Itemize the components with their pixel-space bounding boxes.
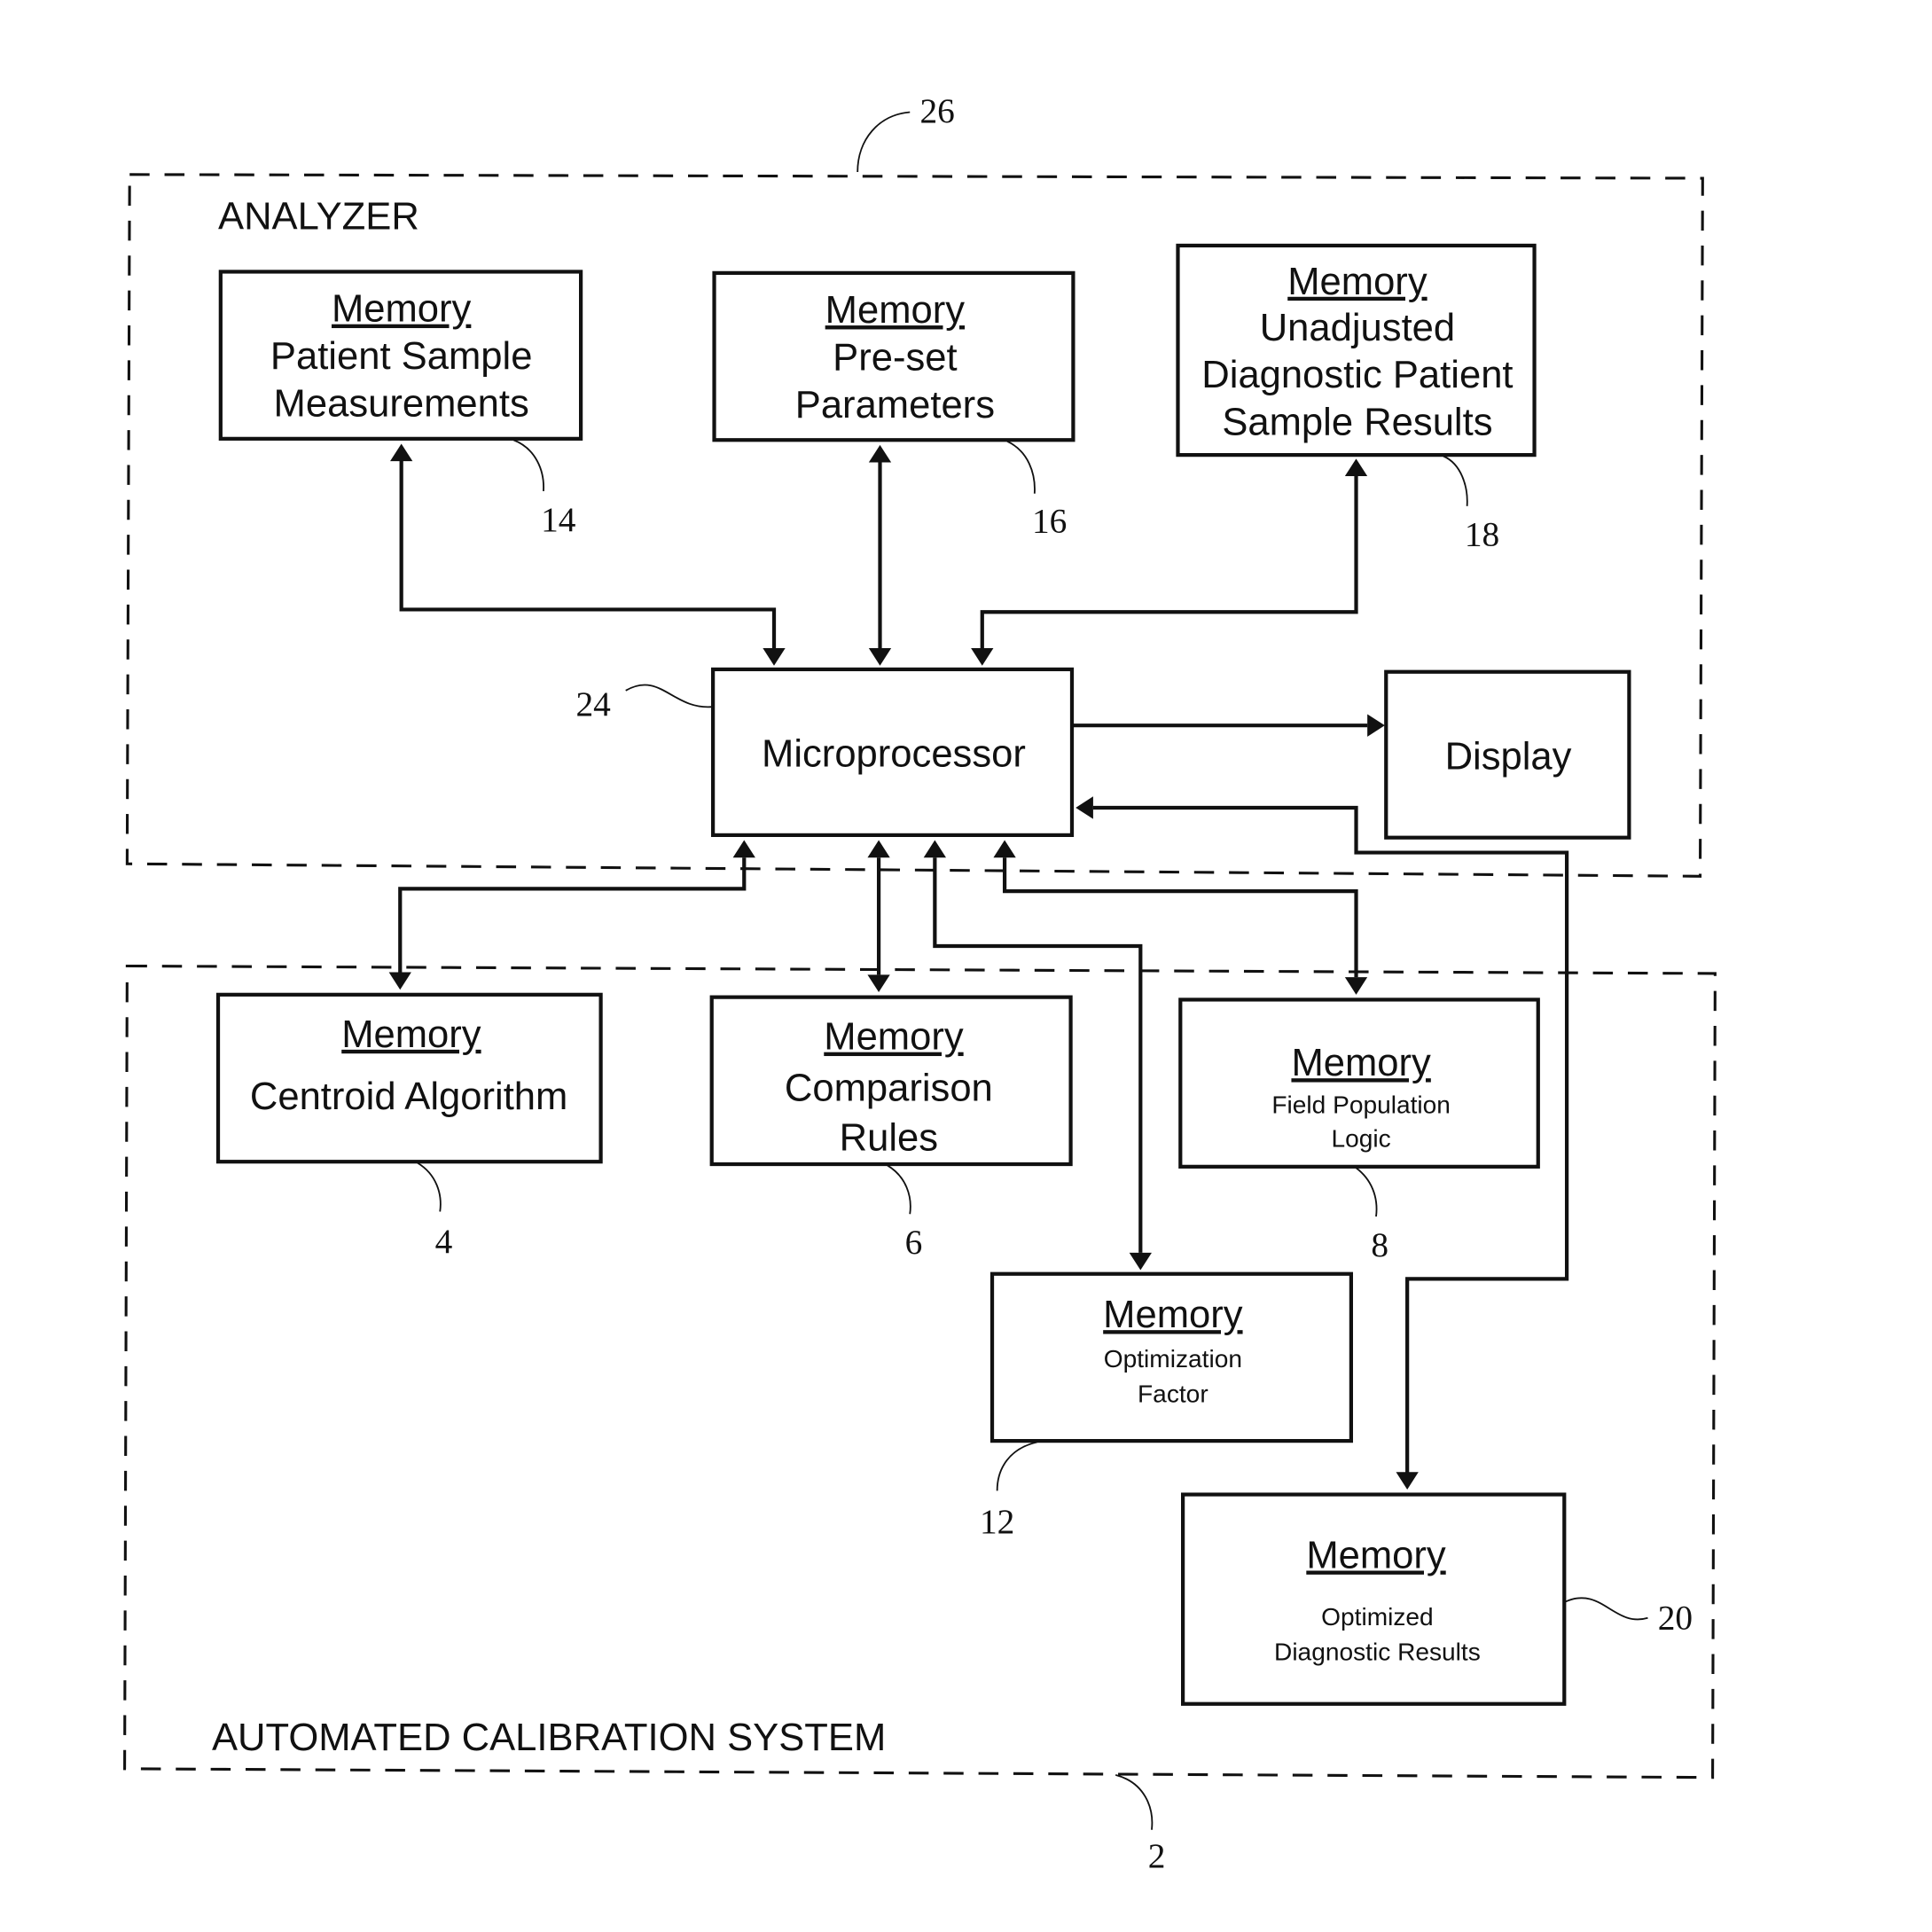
block-line: Measurements (274, 383, 529, 426)
block-diagram: ANALYZER 26 AUTOMATED CALIBRATION SYSTEM… (123, 91, 1717, 1875)
connector-14-mp (399, 458, 777, 649)
arrowhead-down (1396, 1472, 1419, 1490)
arrowhead-down (971, 648, 994, 666)
ref-number: 24 (575, 684, 611, 724)
analyzer-ref-leader (856, 111, 911, 173)
display-label: Display (1445, 735, 1572, 778)
ref-leader (1443, 455, 1468, 506)
microprocessor-label: Microprocessor (762, 733, 1026, 776)
arrowhead-up (868, 444, 892, 463)
memory-centroid-algorithm: Memory Centroid Algorithm 4 (215, 992, 603, 1261)
ref-number: 18 (1465, 515, 1499, 554)
block-line: Unadjusted (1260, 307, 1455, 349)
ref-leader (625, 684, 714, 708)
ref-leader (887, 1164, 911, 1215)
block-line: Rules (840, 1117, 938, 1160)
block-title: Memory (825, 289, 966, 332)
block-title: Memory (341, 1013, 481, 1056)
memory-field-population-logic: Memory Field Population Logic 8 (1178, 997, 1540, 1264)
ref-number: 8 (1371, 1225, 1388, 1264)
memory-preset-parameters: Memory Pre-set Parameters 16 (712, 270, 1076, 540)
ref-number: 4 (435, 1222, 453, 1261)
arrowhead-down (867, 974, 890, 993)
connector-mp-8 (1002, 857, 1358, 978)
connector-mp-4 (398, 857, 747, 973)
arrowhead-up (390, 443, 413, 462)
block-title: Memory (332, 288, 472, 331)
ref-leader (996, 1441, 1037, 1491)
memory-optimized-diagnostic-results: Memory Optimized Diagnostic Results 20 (1181, 1492, 1693, 1706)
block-line: Optimized (1321, 1603, 1434, 1631)
block-line: Comparison (785, 1067, 993, 1109)
block-line: Logic (1332, 1124, 1391, 1152)
arrowhead-up (867, 840, 890, 858)
block-line: Field Population (1271, 1091, 1451, 1118)
calibration-ref-leader (1115, 1773, 1154, 1830)
ref-number: 12 (980, 1502, 1014, 1541)
block-line: Factor (1138, 1381, 1208, 1408)
analyzer-label: ANALYZER (218, 196, 419, 239)
microprocessor-block: Microprocessor 24 (575, 667, 1075, 837)
arrowhead-down (388, 972, 411, 990)
ref-number: 6 (905, 1223, 923, 1262)
arrowhead-down (1129, 1252, 1152, 1271)
block-line: Diagnostic Patient (1201, 354, 1513, 396)
ref-number: 14 (541, 500, 576, 539)
arrowhead-down (1344, 977, 1368, 995)
ref-number: 20 (1658, 1598, 1693, 1637)
calibration-ref: 2 (1148, 1836, 1166, 1875)
connectors (388, 443, 1569, 1490)
memory-comparison-rules: Memory Comparison Rules 6 (709, 995, 1073, 1262)
block-title: Memory (824, 1016, 964, 1059)
block-line: Patient Sample (270, 335, 533, 378)
ref-leader (1006, 440, 1036, 494)
arrowhead-right (1367, 714, 1385, 737)
arrowhead-left (1076, 796, 1093, 819)
block-title: Memory (1291, 1042, 1431, 1084)
calibration-label: AUTOMATED CALIBRATION SYSTEM (212, 1717, 886, 1759)
block-title: Memory (1306, 1535, 1446, 1577)
ref-leader (512, 439, 544, 491)
display-block: Display (1384, 669, 1631, 840)
block-line: Parameters (795, 384, 995, 426)
arrowhead-up (732, 840, 755, 858)
block-line: Optimization (1104, 1345, 1242, 1373)
arrowhead-down (763, 648, 786, 666)
arrowhead-up (993, 840, 1016, 858)
block-title: Memory (1103, 1294, 1243, 1336)
block-line: Centroid Algorithm (250, 1076, 567, 1118)
ref-number: 16 (1032, 501, 1067, 540)
arrowhead-down (868, 648, 892, 666)
arrowhead-up (1344, 458, 1368, 477)
ref-leader (1565, 1597, 1648, 1621)
ref-leader (417, 1162, 442, 1212)
analyzer-ref: 26 (919, 91, 954, 130)
block-line: Sample Results (1222, 402, 1492, 444)
block-line: Pre-set (833, 337, 957, 379)
block-title: Memory (1287, 261, 1427, 303)
ref-leader (1355, 1167, 1378, 1217)
arrowhead-up (923, 840, 947, 858)
block-line: Diagnostic Results (1274, 1639, 1481, 1666)
